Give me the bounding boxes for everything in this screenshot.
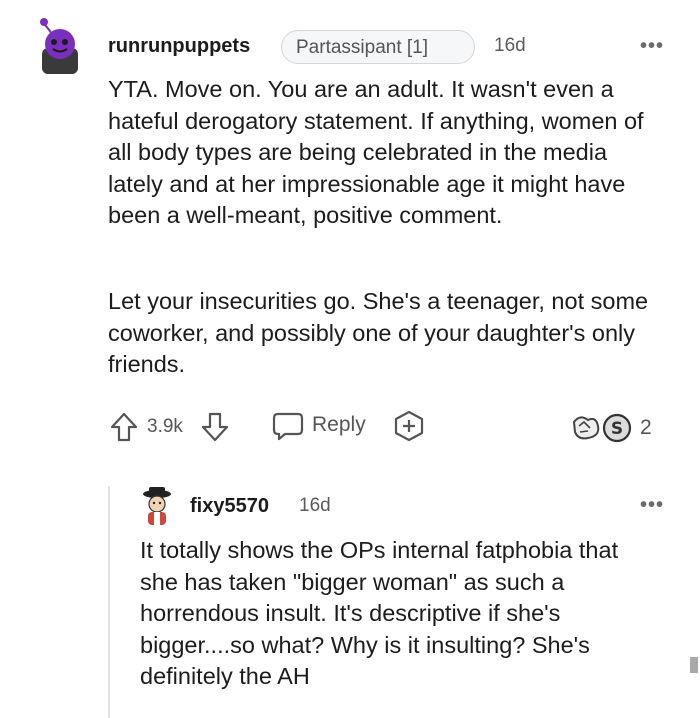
speech-bubble-icon: [272, 411, 304, 441]
reply-label: Reply: [312, 413, 366, 436]
award-count: 2: [640, 416, 652, 439]
add-award-icon[interactable]: [393, 410, 425, 442]
user-avatar[interactable]: [34, 18, 84, 78]
user-avatar[interactable]: [139, 486, 175, 526]
downvote-arrow-icon[interactable]: [201, 412, 229, 442]
comment-timestamp: 16d: [299, 495, 331, 516]
upvote-arrow-icon[interactable]: [110, 412, 138, 442]
comment-author[interactable]: runrunpuppets: [108, 35, 250, 58]
vote-count: 3.9k: [147, 416, 183, 437]
more-options-icon[interactable]: •••: [640, 35, 664, 58]
comment-paragraph: Let your insecurities go. She's a teenag…: [108, 288, 649, 377]
award-badges-icon[interactable]: S: [570, 412, 632, 444]
more-options-icon[interactable]: •••: [640, 494, 664, 517]
comment-paragraph: YTA. Move on. You are an adult. It wasn'…: [108, 76, 644, 228]
svg-text:S: S: [611, 419, 623, 439]
thread-line[interactable]: [108, 486, 110, 718]
comment-author[interactable]: fixy5570: [190, 495, 269, 518]
comment-timestamp: 16d: [494, 35, 526, 56]
scrollbar-thumb[interactable]: [690, 657, 698, 673]
comment-paragraph: It totally shows the OPs internal fatpho…: [140, 537, 619, 689]
user-flair: Partassipant [1]: [281, 30, 475, 64]
